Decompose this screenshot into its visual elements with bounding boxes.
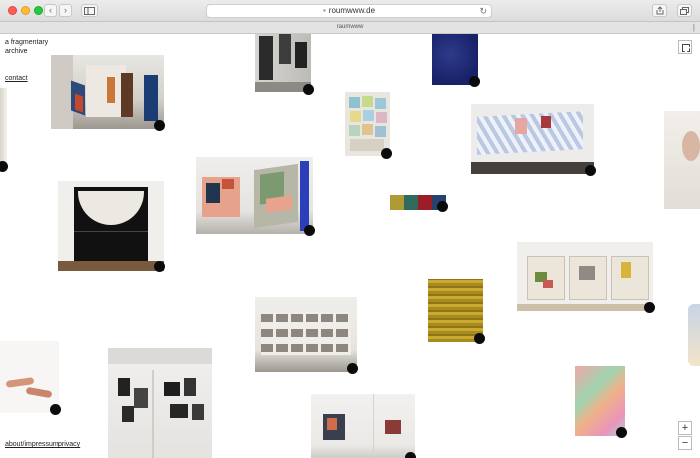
artwork-marker[interactable] — [437, 201, 448, 212]
artwork-thumbnail[interactable] — [575, 366, 625, 436]
artwork-thumbnail[interactable] — [664, 111, 700, 209]
browser-toolbar: ‹ › ▪ roumwww.de ↻ — [0, 0, 700, 22]
artwork-thumbnail[interactable] — [428, 279, 483, 342]
artwork-marker[interactable] — [303, 84, 314, 95]
artwork-thumbnail[interactable] — [58, 181, 164, 271]
forward-button[interactable]: › — [59, 4, 72, 17]
artwork-thumbnail[interactable] — [255, 34, 311, 92]
artwork-marker[interactable] — [154, 120, 165, 131]
zoom-out-button[interactable]: − — [678, 436, 692, 450]
artwork-marker[interactable] — [304, 225, 315, 236]
share-icon — [656, 6, 663, 15]
privacy-link[interactable]: privacy — [58, 441, 80, 448]
artwork-thumbnail[interactable] — [345, 92, 390, 156]
artwork-marker[interactable] — [0, 161, 8, 172]
artwork-thumbnail[interactable] — [471, 104, 594, 174]
artwork-thumbnail[interactable] — [196, 157, 313, 234]
page-canvas[interactable]: a fragmentary archive contact about/impr… — [0, 34, 700, 458]
tabs-icon — [680, 7, 689, 15]
maximize-window-button[interactable] — [34, 6, 43, 15]
artwork-marker[interactable] — [381, 148, 392, 159]
artwork-marker[interactable] — [154, 261, 165, 272]
artwork-marker[interactable] — [347, 363, 358, 374]
reload-icon[interactable]: ↻ — [479, 5, 487, 17]
artwork-marker[interactable] — [585, 165, 596, 176]
tabs-overview-button[interactable] — [677, 4, 692, 17]
address-bar[interactable]: ▪ roumwww.de ↻ — [206, 4, 492, 18]
artwork-thumbnail[interactable] — [255, 297, 357, 372]
artwork-marker[interactable] — [469, 76, 480, 87]
site-title: a fragmentary archive — [5, 39, 49, 55]
artwork-thumbnail[interactable] — [108, 348, 212, 458]
artwork-marker[interactable] — [644, 302, 655, 313]
artwork-thumbnail[interactable] — [688, 304, 700, 366]
artwork-thumbnail[interactable] — [311, 394, 415, 458]
artwork-marker[interactable] — [616, 427, 627, 438]
artwork-marker[interactable] — [474, 333, 485, 344]
artwork-thumbnail[interactable] — [51, 55, 164, 129]
artwork-thumbnail[interactable] — [517, 242, 653, 311]
minimize-window-button[interactable] — [21, 6, 30, 15]
tab-bar: raumwww | — [0, 22, 700, 34]
share-button[interactable] — [652, 4, 667, 17]
zoom-in-button[interactable]: + — [678, 421, 692, 435]
sidebar-icon — [84, 7, 95, 15]
artwork-thumbnail[interactable] — [0, 88, 7, 162]
close-window-button[interactable] — [8, 6, 17, 15]
artwork-thumbnail[interactable] — [0, 341, 59, 413]
url-text: roumwww.de — [328, 6, 376, 15]
artwork-marker[interactable] — [50, 404, 61, 415]
new-tab-icon[interactable]: | — [693, 22, 695, 33]
contact-link[interactable]: contact — [5, 75, 28, 82]
tab-title[interactable]: raumwww — [337, 24, 364, 30]
artwork-marker[interactable] — [405, 452, 416, 458]
lock-icon: ▪ — [322, 6, 326, 15]
sidebar-button[interactable] — [81, 4, 98, 17]
back-button[interactable]: ‹ — [44, 4, 57, 17]
about-impressum-link[interactable]: about/impressum — [5, 441, 59, 448]
fullscreen-button[interactable] — [678, 40, 692, 54]
